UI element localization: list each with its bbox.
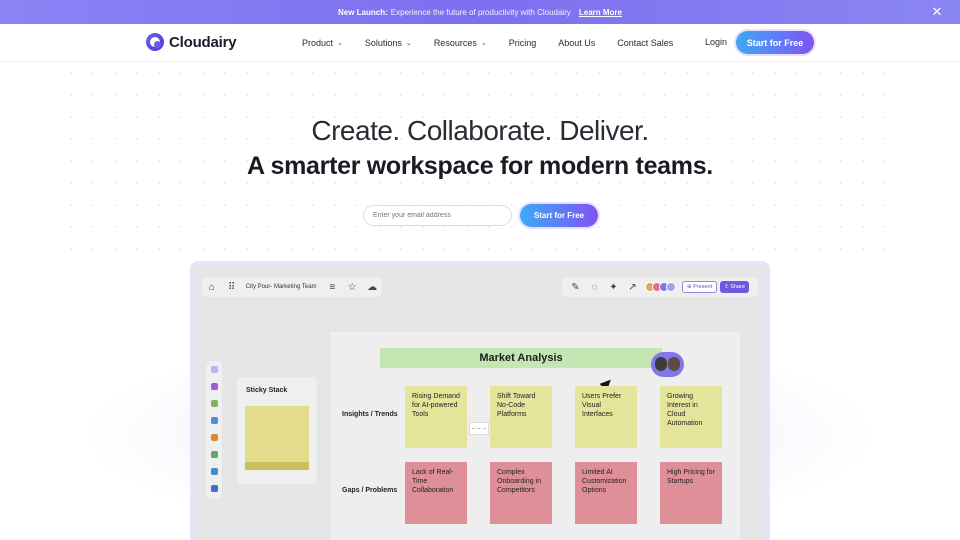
nav-item-label: Pricing bbox=[508, 38, 537, 48]
nav-item-label: About Us bbox=[558, 38, 596, 48]
email-input[interactable] bbox=[363, 205, 512, 226]
sticky-tool-icon[interactable] bbox=[206, 429, 222, 446]
brand-logo[interactable]: Cloudairy bbox=[146, 33, 237, 51]
board-toolbar: ⌂ ⠿ City Pour- Marketing Team ≡ ☆ ☁ bbox=[202, 277, 382, 297]
announcement-banner: New Launch: Experience the future of pro… bbox=[0, 0, 960, 24]
sticky-stack-panel[interactable]: Sticky Stack bbox=[237, 377, 317, 484]
board-title[interactable]: Market Analysis bbox=[380, 348, 662, 368]
main-menu: Product ⌄ Solutions ⌄ Resources ⌄ Pricing A… bbox=[302, 24, 695, 62]
login-link[interactable]: Login bbox=[705, 37, 727, 47]
hero-title: Create. Collaborate. Deliver. bbox=[311, 115, 649, 146]
sticky-note[interactable]: Rising Demand for AI-powered Tools bbox=[405, 386, 467, 448]
star-icon[interactable]: ☆ bbox=[342, 277, 362, 297]
menu-icon[interactable]: ≡ bbox=[323, 277, 343, 297]
mini-card[interactable] bbox=[469, 422, 489, 435]
document-tool-icon[interactable] bbox=[206, 480, 222, 497]
whiteboard-canvas[interactable]: ⌂ ⠿ City Pour- Marketing Team ≡ ☆ ☁ ✎ ◌ … bbox=[194, 265, 766, 540]
brand-name: Cloudairy bbox=[169, 33, 237, 51]
close-icon[interactable]: ✕ bbox=[930, 5, 944, 19]
chevron-down-icon: ⌄ bbox=[405, 40, 412, 47]
nav-item-product[interactable]: Product ⌄ bbox=[302, 38, 343, 48]
collab-toolbar: ✎ ◌ ✦ ↗ ⊕ Present ⇪ Share bbox=[562, 277, 758, 297]
nav-item-about-us[interactable]: About Us bbox=[558, 38, 595, 48]
collaborator-bubble bbox=[651, 352, 684, 377]
nav-item-label: Contact Sales bbox=[617, 38, 674, 48]
sticky-note[interactable]: Shift Toward No-Code Platforms bbox=[490, 386, 552, 448]
sticky-note[interactable]: Lack of Real-Time Collaboration bbox=[405, 462, 467, 524]
nav-item-contact-sales[interactable]: Contact Sales bbox=[617, 38, 673, 48]
sticky-stack-title: Sticky Stack bbox=[246, 387, 288, 394]
comment-icon[interactable]: ◌ bbox=[585, 277, 604, 297]
chevron-down-icon: ⌄ bbox=[480, 40, 487, 47]
cloud-icon[interactable]: ☁ bbox=[362, 277, 382, 297]
tool-sidebar bbox=[206, 361, 222, 499]
share-label: Share bbox=[730, 284, 745, 290]
row-label-gaps: Gaps / Problems bbox=[342, 487, 398, 494]
magic-icon[interactable]: ✦ bbox=[604, 277, 623, 297]
sticky-note-edge bbox=[245, 462, 309, 470]
banner-text: Experience the future of productivity wi… bbox=[390, 7, 571, 17]
share-button[interactable]: ⇪ Share bbox=[720, 281, 749, 293]
collaborator-avatars[interactable] bbox=[645, 282, 676, 292]
avatar bbox=[666, 282, 676, 292]
nav-item-solutions[interactable]: Solutions ⌄ bbox=[365, 38, 412, 48]
sticky-note[interactable]: High Pricing for Startups bbox=[660, 462, 722, 524]
market-analysis-board[interactable]: Market Analysis Insights / Trends Rising… bbox=[330, 332, 740, 540]
top-nav: Cloudairy Product ⌄ Solutions ⌄ Resources ⌄… bbox=[0, 24, 960, 62]
nav-item-pricing[interactable]: Pricing bbox=[509, 38, 537, 48]
frame-tool-icon[interactable] bbox=[206, 412, 222, 429]
connector-icon[interactable]: ↗ bbox=[623, 277, 642, 297]
learn-more-link[interactable]: Learn More bbox=[579, 8, 622, 17]
start-free-button[interactable]: Start for Free bbox=[736, 31, 814, 54]
avatar bbox=[668, 357, 680, 371]
nav-item-label: Resources bbox=[433, 38, 477, 48]
present-label: Present bbox=[693, 284, 713, 290]
present-button[interactable]: ⊕ Present bbox=[682, 281, 718, 293]
image-tool-icon[interactable] bbox=[206, 463, 222, 480]
sparkle-tool-icon[interactable] bbox=[206, 361, 222, 378]
cloudairy-logo-icon bbox=[146, 33, 164, 51]
sticky-note[interactable]: Limited AI Customization Options bbox=[575, 462, 637, 524]
grid-tool-icon[interactable] bbox=[206, 446, 222, 463]
hero-subtitle: A smarter workspace for modern teams. bbox=[247, 152, 713, 180]
board-name[interactable]: City Pour- Marketing Team bbox=[246, 284, 317, 290]
sticky-note[interactable]: Growing Interest in Cloud Automation bbox=[660, 386, 722, 448]
edit-icon[interactable]: ✎ bbox=[566, 277, 585, 297]
app-preview: ⌂ ⠿ City Pour- Marketing Team ≡ ☆ ☁ ✎ ◌ … bbox=[190, 261, 770, 540]
apps-grid-icon[interactable]: ⠿ bbox=[222, 277, 242, 297]
chevron-down-icon: ⌄ bbox=[337, 40, 343, 47]
nav-item-label: Product bbox=[302, 38, 334, 48]
shape-tool-icon[interactable] bbox=[206, 378, 222, 395]
banner-badge: New Launch: bbox=[338, 7, 388, 17]
nav-item-label: Solutions bbox=[364, 38, 402, 48]
sticky-note-stack[interactable] bbox=[245, 406, 309, 470]
row-label-insights: Insights / Trends bbox=[342, 411, 398, 418]
template-tool-icon[interactable] bbox=[206, 395, 222, 412]
sticky-note[interactable]: Users Prefer Visual Interfaces bbox=[575, 386, 637, 448]
sticky-note[interactable]: Complex Onboarding in Competitors bbox=[490, 462, 552, 524]
nav-item-resources[interactable]: Resources ⌄ bbox=[434, 38, 487, 48]
avatar bbox=[655, 357, 667, 371]
hero-start-free-button[interactable]: Start for Free bbox=[520, 204, 598, 227]
home-icon[interactable]: ⌂ bbox=[202, 277, 222, 297]
